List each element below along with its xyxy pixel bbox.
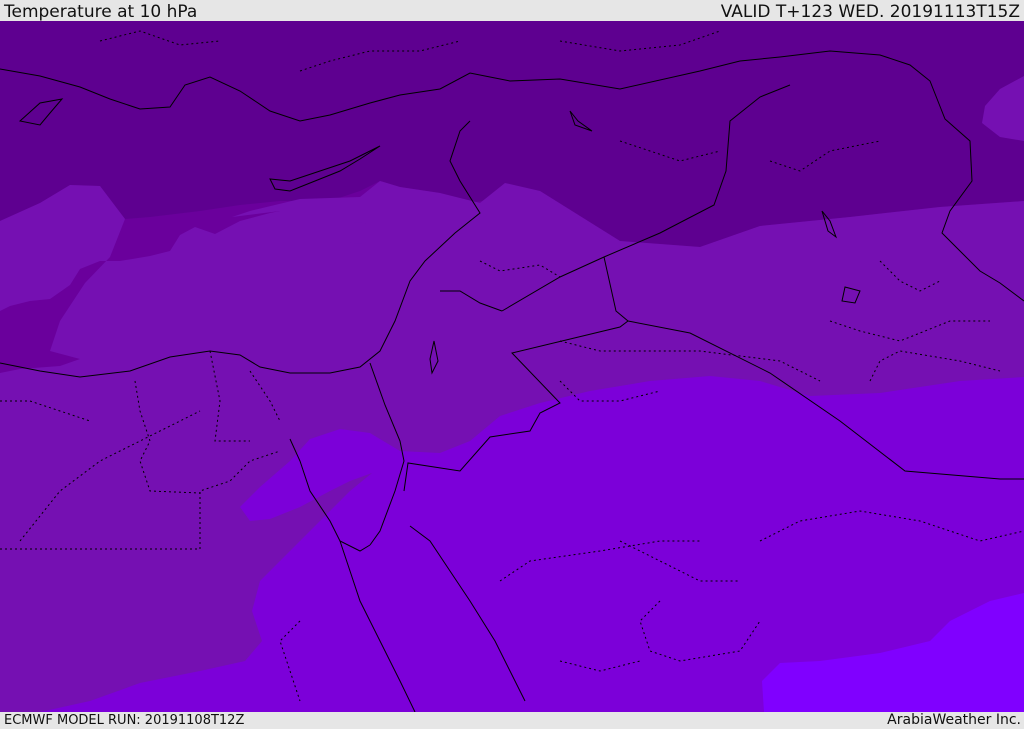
model-run-label: ECMWF MODEL RUN: 20191108T12Z [4, 713, 245, 728]
temperature-patch-sea [343, 222, 373, 244]
header-bar: Temperature at 10 hPa VALID T+123 WED. 2… [0, 0, 1024, 21]
temperature-map[interactable] [0, 21, 1024, 712]
valid-time: VALID T+123 WED. 20191113T15Z [720, 2, 1020, 22]
footer-bar: ECMWF MODEL RUN: 20191108T12Z ArabiaWeat… [0, 712, 1024, 729]
map-title: Temperature at 10 hPa [4, 2, 198, 22]
credit-label: ArabiaWeather Inc. [887, 712, 1021, 728]
map-canvas [0, 21, 1024, 712]
